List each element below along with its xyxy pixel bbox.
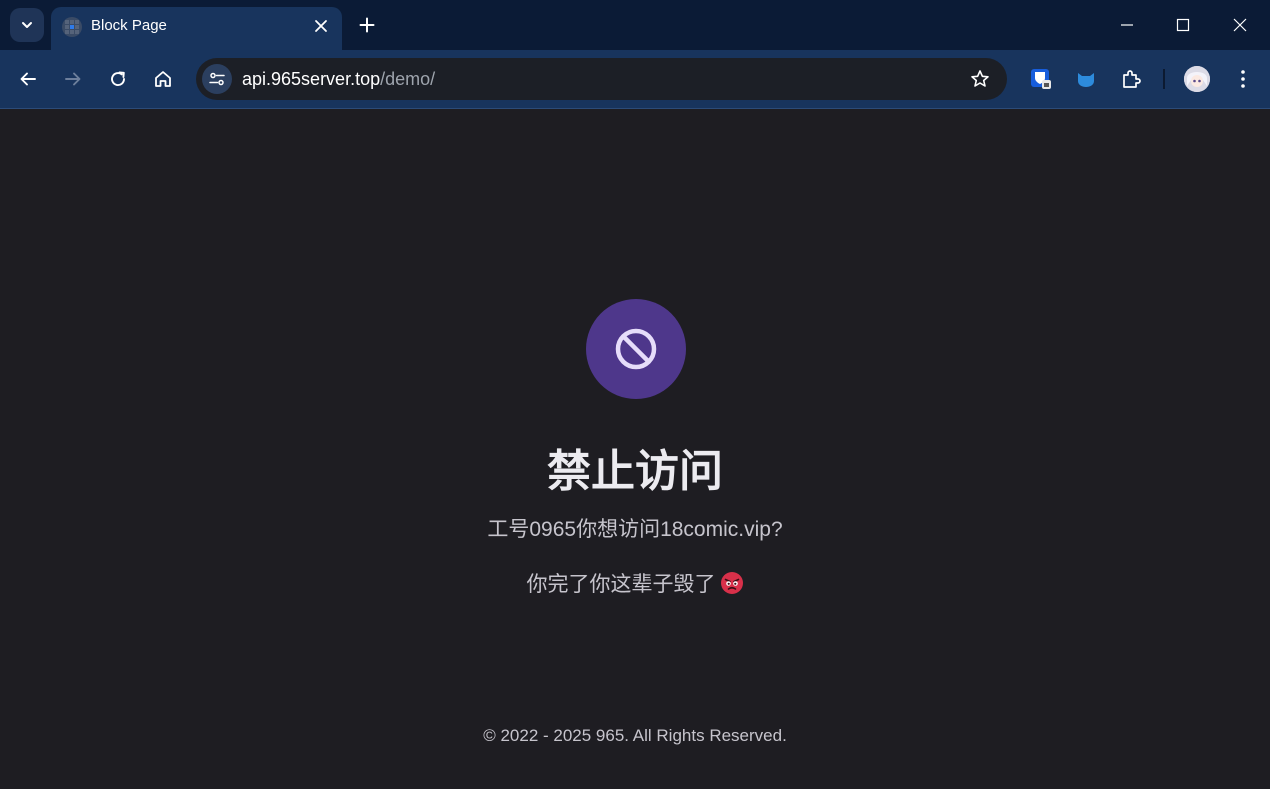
close-icon [1233,18,1247,32]
minimize-button[interactable] [1114,12,1140,38]
close-window-button[interactable] [1227,12,1253,38]
home-button[interactable] [148,64,178,94]
browser-menu-button[interactable] [1229,65,1257,93]
home-icon [155,71,171,87]
toolbar-divider [1163,69,1165,89]
arrow-left-icon [20,72,36,86]
page-content: 禁止访问 工号0965你想访问18comic.vip? 你完了你这辈子毁了 © … [0,109,1270,789]
arrow-right-icon [65,72,81,86]
bookmark-button[interactable] [969,68,991,90]
maximize-icon [1176,18,1190,32]
tab-close-button[interactable] [312,17,330,35]
new-tab-button[interactable] [354,12,380,38]
address-bar[interactable]: api.965server.top/demo/ [196,58,1007,100]
puzzle-icon [1123,70,1141,88]
block-submessage: 你完了你这辈子毁了 [0,568,1270,598]
block-submessage-text: 你完了你这辈子毁了 [526,573,716,596]
forward-button[interactable] [58,64,88,94]
block-icon [615,328,657,370]
bitwarden-extension-button[interactable] [1027,65,1055,93]
bitwarden-icon [1031,69,1051,89]
tab-title: Block Page [91,17,167,34]
angry-face-icon [720,572,743,594]
reload-button[interactable] [103,64,133,94]
block-message: 工号0965你想访问18comic.vip? [487,518,783,541]
back-button[interactable] [13,64,43,94]
tab-block-page[interactable]: Block Page [51,7,342,50]
plus-icon [359,17,375,33]
extensions-button[interactable] [1117,65,1145,93]
site-info-button[interactable] [202,64,232,94]
kebab-menu-icon [1241,70,1245,88]
browser-toolbar: api.965server.top/demo/ [0,50,1270,108]
grid-globe-icon [62,17,82,37]
tab-strip: Block Page [0,0,1270,50]
cat-extension-button[interactable] [1072,65,1100,93]
block-badge [586,299,686,399]
page-footer: © 2022 - 2025 965. All Rights Reserved. [483,726,787,745]
avatar-icon [1184,66,1210,92]
tune-icon [209,72,225,86]
star-icon [971,70,989,87]
close-icon [315,20,327,32]
url-host: api.965server.top [242,69,381,89]
chevron-down-icon [22,22,32,28]
page-title: 禁止访问 [547,447,723,496]
cat-icon [1078,73,1094,87]
minimize-icon [1121,24,1133,26]
url-path: /demo/ [380,69,436,89]
reload-icon [111,71,125,86]
maximize-button[interactable] [1170,12,1196,38]
url-text[interactable]: api.965server.top/demo/ [242,69,435,90]
profile-avatar[interactable] [1184,66,1210,92]
tab-search-button[interactable] [10,8,44,42]
